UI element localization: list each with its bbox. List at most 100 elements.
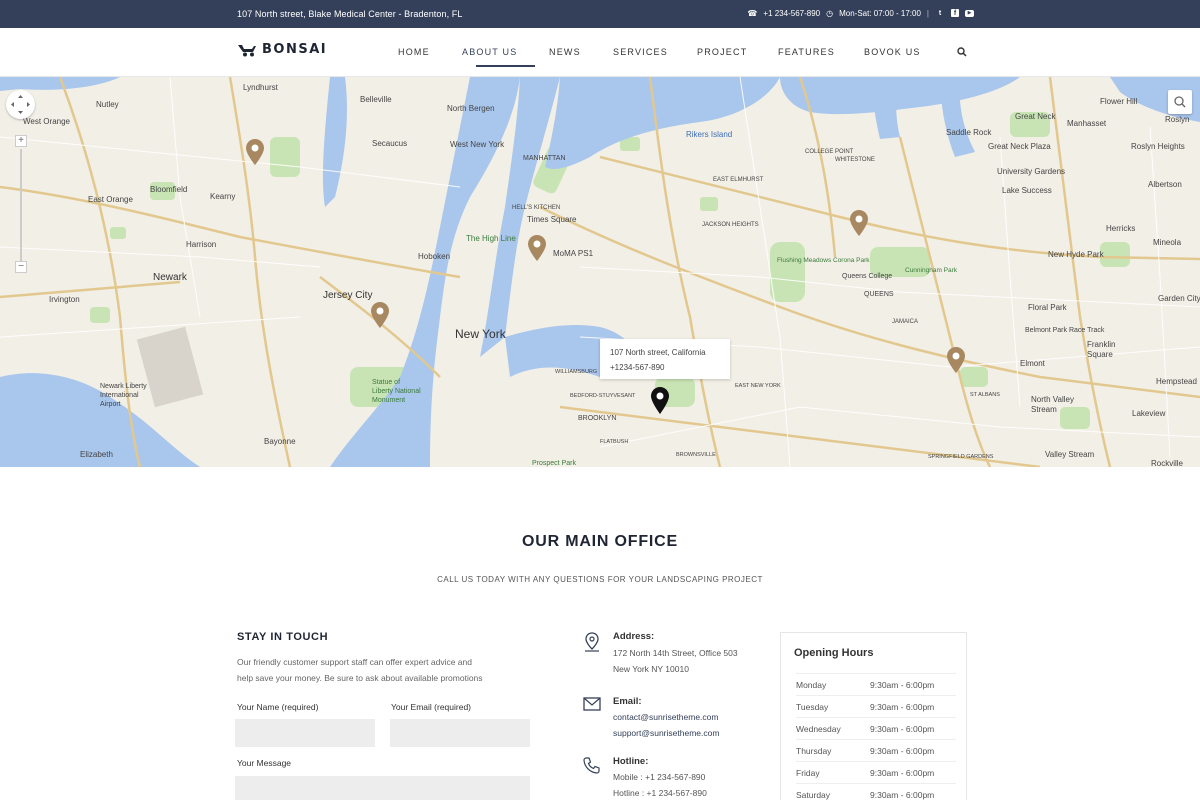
- map-label: North Bergen: [447, 104, 495, 113]
- map-label: Kearny: [210, 192, 236, 201]
- name-field[interactable]: [235, 719, 375, 747]
- email-link[interactable]: contact@sunrisetheme.com: [613, 709, 719, 725]
- map-label: Manhasset: [1067, 119, 1107, 128]
- nav-item-news[interactable]: NEWS: [549, 47, 613, 65]
- map-label: Belleville: [360, 95, 392, 104]
- phone-icon: ☎: [747, 8, 758, 18]
- main-navigation: BONSAI HOME ABOUT US NEWS SERVICES PROJE…: [0, 28, 1200, 77]
- nav-item-home[interactable]: HOME: [398, 47, 462, 65]
- facebook-icon[interactable]: f: [951, 9, 959, 17]
- clock-icon: ◷: [826, 8, 834, 18]
- topbar-hours: Mon-Sat: 07:00 - 17:00: [839, 8, 921, 18]
- email-field[interactable]: [390, 719, 530, 747]
- map-label: Roslyn: [1165, 115, 1190, 124]
- phone-icon: [583, 757, 600, 774]
- hours-row: Tuesday 9:30am - 6:00pm: [796, 695, 956, 717]
- map-label: Herricks: [1106, 224, 1136, 233]
- hours-day: Friday: [796, 768, 820, 778]
- map-pan-control[interactable]: [6, 90, 35, 119]
- map-label: JACKSON HEIGHTS: [702, 222, 759, 228]
- zoom-in-button[interactable]: +: [15, 135, 27, 147]
- map-marker-icon[interactable]: [246, 139, 264, 165]
- map-label: QUEENS: [864, 291, 894, 298]
- nav-item-features[interactable]: FEATURES: [778, 47, 864, 65]
- map-label: North Valley Stream: [1031, 395, 1074, 414]
- email-link[interactable]: support@sunrisetheme.com: [613, 725, 719, 741]
- youtube-icon[interactable]: ▶: [965, 9, 974, 17]
- map-label: Irvington: [49, 295, 80, 304]
- section-title: OUR MAIN OFFICE: [522, 533, 678, 550]
- map-marker-icon[interactable]: [528, 235, 546, 261]
- address-text: 172 North 14th Street, Office 503 New Yo…: [613, 645, 738, 677]
- map-info-window: 107 North street, California +1234-567-8…: [600, 339, 730, 379]
- email-label: Your Email (required): [391, 702, 471, 712]
- opening-hours-title: Opening Hours: [794, 647, 874, 659]
- hotline-line[interactable]: Hotline : +1 234-567-890: [613, 785, 707, 800]
- hours-day: Saturday: [796, 790, 831, 800]
- bonsai-logo-icon: [238, 44, 256, 56]
- map-label: MANHATTAN: [523, 155, 566, 162]
- map-label: COLLEGE POINT: [805, 149, 854, 155]
- location-pin-icon: [585, 632, 599, 652]
- map-label: Rockville: [1151, 459, 1184, 467]
- map-label: Franklin Square: [1087, 340, 1116, 359]
- map-label: New Hyde Park: [1048, 250, 1104, 259]
- topbar-phone[interactable]: +1 234-567-890: [763, 9, 820, 18]
- message-field[interactable]: [235, 776, 530, 800]
- map-marker-icon[interactable]: [850, 210, 868, 236]
- topbar-right: ☎ +1 234-567-890 ◷ Mon-Sat: 07:00 - 17:0…: [747, 8, 974, 18]
- map-label: HELL'S KITCHEN: [512, 205, 561, 211]
- map-label: East Orange: [88, 195, 133, 204]
- address-title: Address:: [613, 631, 655, 642]
- email-title: Email:: [613, 696, 642, 707]
- info-window-phone: +1234-567-890: [610, 363, 665, 372]
- nav-item-project[interactable]: PROJECT: [697, 47, 778, 65]
- map-label: Great Neck: [1015, 112, 1056, 121]
- brand-name: BONSAI: [262, 42, 328, 57]
- nav-menu: HOME ABOUT US NEWS SERVICES PROJECT FEAT…: [398, 47, 944, 67]
- map-marker-icon[interactable]: [371, 302, 389, 328]
- map-label: BROWNSVILLE: [676, 452, 716, 458]
- map-label: Great Neck Plaza: [988, 142, 1051, 151]
- hours-row: Saturday 9:30am - 6:00pm: [796, 783, 956, 800]
- map-label: Flower Hill: [1100, 97, 1138, 106]
- pan-arrows-icon: [11, 95, 30, 114]
- nav-item-services[interactable]: SERVICES: [613, 47, 697, 65]
- map-search-button[interactable]: [1168, 90, 1192, 114]
- zoom-out-button[interactable]: −: [15, 261, 27, 273]
- hotline-line[interactable]: Mobile : +1 234-567-890: [613, 769, 707, 785]
- top-info-bar: 107 North street, Blake Medical Center -…: [0, 0, 1200, 28]
- twitter-icon[interactable]: t: [935, 8, 945, 18]
- envelope-icon: [583, 697, 601, 711]
- hours-day: Thursday: [796, 746, 832, 756]
- hours-row: Thursday 9:30am - 6:00pm: [796, 739, 956, 761]
- brand-logo[interactable]: BONSAI: [236, 42, 327, 57]
- map-label: ST ALBANS: [970, 392, 1000, 398]
- hours-time: 9:30am - 6:00pm: [870, 702, 935, 712]
- magnifier-icon: [1174, 96, 1186, 108]
- nav-item-about-us[interactable]: ABOUT US: [462, 47, 549, 67]
- zoom-slider-track[interactable]: [20, 149, 22, 261]
- location-map[interactable]: Lyndhurst Nutley Belleville West Orange …: [0, 77, 1200, 467]
- nav-item-bovok-us[interactable]: BOVOK US: [864, 47, 944, 65]
- map-label: BEDFORD-STUYVESANT: [570, 393, 636, 399]
- map-label: Harrison: [186, 240, 217, 249]
- map-label: West New York: [450, 140, 505, 149]
- office-marker-icon[interactable]: [651, 387, 669, 414]
- map-label: Newark: [153, 272, 187, 283]
- search-icon[interactable]: [957, 47, 967, 57]
- map-marker-icon[interactable]: [947, 347, 965, 373]
- map-label: Statue of Liberty National Monument: [372, 379, 421, 404]
- map-label: Bloomfield: [150, 185, 188, 194]
- map-label: EAST NEW YORK: [735, 383, 781, 389]
- address-line: New York NY 10010: [613, 664, 689, 674]
- map-label: Queens College: [842, 273, 893, 280]
- map-label: Secaucus: [372, 139, 408, 148]
- map-label: JAMAICA: [892, 319, 919, 325]
- map-label: Valley Stream: [1045, 450, 1095, 459]
- map-label: Albertson: [1148, 180, 1182, 189]
- map-label: Prospect Park: [532, 460, 576, 467]
- map-label: The High Line: [466, 234, 516, 243]
- map-label: Roslyn Heights: [1131, 142, 1185, 151]
- map-label: Elmont: [1020, 359, 1045, 368]
